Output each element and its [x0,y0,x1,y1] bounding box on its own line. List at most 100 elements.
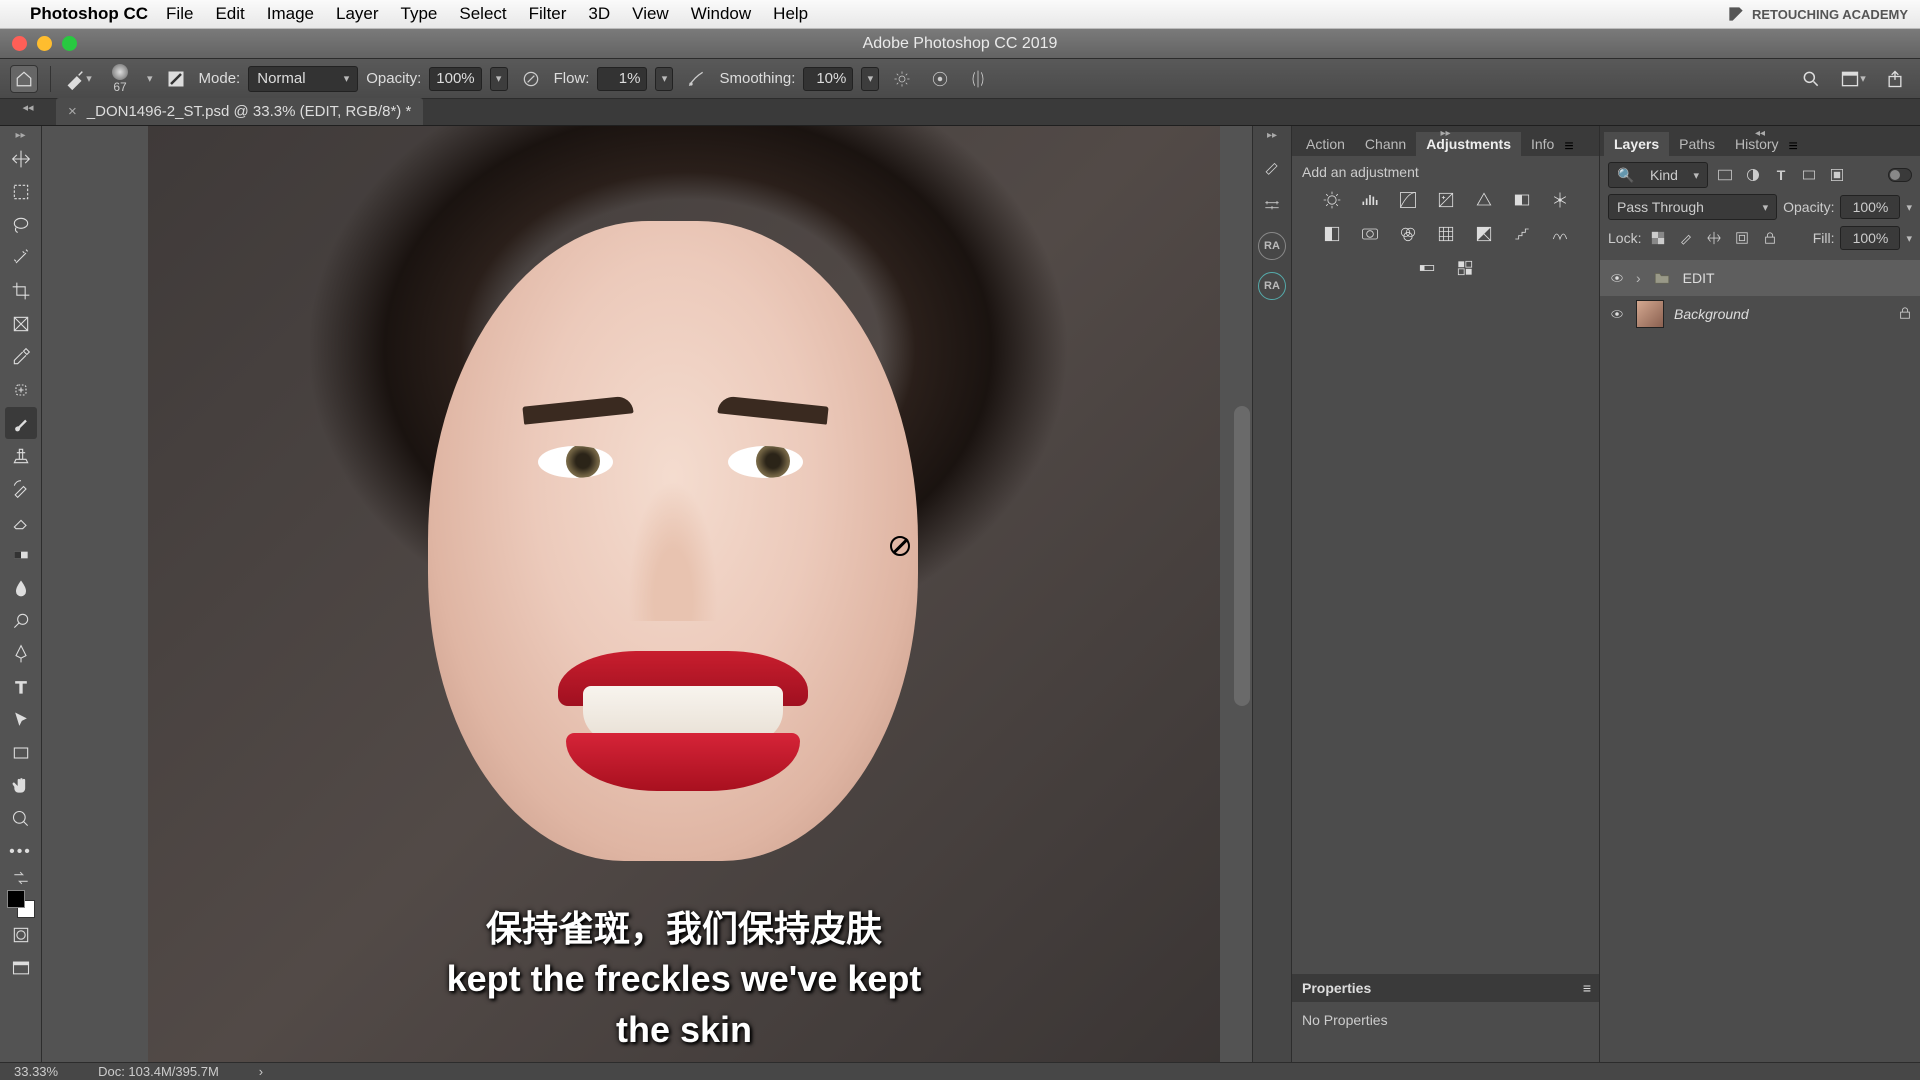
crop-tool[interactable] [5,275,37,307]
photo-filter-icon[interactable] [1356,222,1384,246]
color-lookup-icon[interactable] [1432,222,1460,246]
magic-wand-tool[interactable] [5,242,37,274]
lock-all-icon[interactable] [1759,227,1781,249]
screen-mode-icon[interactable] [5,952,37,984]
tab-paths[interactable]: Paths [1669,132,1725,156]
maximize-window-button[interactable] [62,36,77,51]
edit-toolbar-icon[interactable]: ••• [5,836,37,868]
lock-position-icon[interactable] [1703,227,1725,249]
filter-smart-icon[interactable] [1826,164,1848,186]
tab-adjustments[interactable]: Adjustments [1416,132,1521,156]
expand-group-icon[interactable]: › [1636,270,1641,286]
visibility-icon[interactable] [1608,271,1626,285]
layer-name[interactable]: EDIT [1683,270,1715,286]
smoothing-options-icon[interactable] [887,66,917,92]
brush-angle-icon[interactable] [925,66,955,92]
tab-info[interactable]: Info [1521,132,1564,156]
marquee-tool[interactable] [5,176,37,208]
close-tab-icon[interactable]: × [68,103,77,120]
close-window-button[interactable] [12,36,27,51]
menu-help[interactable]: Help [773,4,808,24]
menu-window[interactable]: Window [691,4,751,24]
menu-3d[interactable]: 3D [588,4,610,24]
ra-panel-icon-2[interactable]: RA [1258,272,1286,300]
layers-menu-icon[interactable]: ≡ [1789,138,1798,156]
layer-fill-input[interactable]: 100% [1840,226,1900,250]
filter-pixel-icon[interactable] [1714,164,1736,186]
exposure-icon[interactable] [1432,188,1460,212]
symmetry-icon[interactable] [963,66,993,92]
vibrance-icon[interactable] [1470,188,1498,212]
flow-input[interactable]: 1% [597,67,647,91]
levels-icon[interactable] [1356,188,1384,212]
expand-dock-icon[interactable]: ▸▸ [1267,130,1277,140]
color-balance-icon[interactable] [1546,188,1574,212]
foreground-background-colors[interactable] [7,890,35,918]
clone-stamp-tool[interactable] [5,440,37,472]
filter-adjustment-icon[interactable] [1742,164,1764,186]
move-tool[interactable] [5,143,37,175]
tab-channels[interactable]: Chann [1355,132,1416,156]
layer-name[interactable]: Background [1674,306,1749,322]
document-tab[interactable]: × _DON1496-2_ST.psd @ 33.3% (EDIT, RGB/8… [56,98,423,125]
canvas-area[interactable]: 保持雀斑，我们保持皮肤 kept the freckles we've kept… [42,126,1252,1062]
panel-menu-icon[interactable]: ≡ [1564,138,1573,156]
blur-tool[interactable] [5,572,37,604]
canvas-vertical-scrollbar[interactable] [1234,406,1250,706]
swap-colors-icon[interactable] [5,869,37,887]
search-icon[interactable] [1796,66,1826,92]
opacity-input[interactable]: 100% [429,67,481,91]
rectangle-tool[interactable] [5,737,37,769]
layer-filter-kind[interactable]: 🔍Kind▾ [1608,162,1708,188]
blend-mode-select-layers[interactable]: Pass Through▾ [1608,194,1777,220]
zoom-tool[interactable] [5,803,37,835]
brightness-contrast-icon[interactable] [1318,188,1346,212]
menu-edit[interactable]: Edit [215,4,244,24]
blend-mode-select[interactable]: Normal▾ [248,66,358,92]
smoothing-dropdown[interactable]: ▾ [861,67,879,91]
layer-group-edit[interactable]: › EDIT [1600,260,1920,296]
eyedropper-tool[interactable] [5,341,37,373]
filter-type-icon[interactable]: T [1770,164,1792,186]
pen-tool[interactable] [5,638,37,670]
dodge-tool[interactable] [5,605,37,637]
selective-color-icon[interactable] [1451,256,1479,280]
brush-tool[interactable] [5,407,37,439]
lock-artboard-icon[interactable] [1731,227,1753,249]
gradient-map-icon[interactable] [1413,256,1441,280]
share-icon[interactable] [1880,66,1910,92]
flow-dropdown[interactable]: ▾ [655,67,673,91]
brush-settings-icon[interactable] [161,66,191,92]
lock-transparency-icon[interactable] [1647,227,1669,249]
healing-brush-tool[interactable] [5,374,37,406]
tab-layers[interactable]: Layers [1604,132,1669,156]
hand-tool[interactable] [5,770,37,802]
collapse-tabs-icon[interactable]: ◂◂ [0,99,56,125]
curves-icon[interactable] [1394,188,1422,212]
app-name[interactable]: Photoshop CC [30,4,148,24]
black-white-icon[interactable] [1318,222,1346,246]
brushes-panel-icon[interactable] [1258,152,1286,180]
status-menu-icon[interactable]: › [259,1064,263,1079]
brush-preset-icon[interactable]: ▾ [63,66,93,92]
filter-shape-icon[interactable] [1798,164,1820,186]
properties-menu-icon[interactable]: ≡ [1583,980,1591,996]
menu-filter[interactable]: Filter [529,4,567,24]
tab-actions[interactable]: Action [1296,132,1355,156]
posterize-icon[interactable] [1508,222,1536,246]
eraser-tool[interactable] [5,506,37,538]
collapse-layers-icon[interactable]: ◂◂ [1755,128,1765,139]
gradient-tool[interactable] [5,539,37,571]
menu-select[interactable]: Select [459,4,506,24]
minimize-window-button[interactable] [37,36,52,51]
menu-layer[interactable]: Layer [336,4,379,24]
hue-saturation-icon[interactable] [1508,188,1536,212]
lock-pixels-icon[interactable] [1675,227,1697,249]
pressure-opacity-icon[interactable] [516,66,546,92]
quick-mask-icon[interactable] [5,919,37,951]
menu-view[interactable]: View [632,4,669,24]
home-button[interactable] [10,65,38,93]
ra-panel-icon-1[interactable]: RA [1258,232,1286,260]
path-selection-tool[interactable] [5,704,37,736]
lasso-tool[interactable] [5,209,37,241]
